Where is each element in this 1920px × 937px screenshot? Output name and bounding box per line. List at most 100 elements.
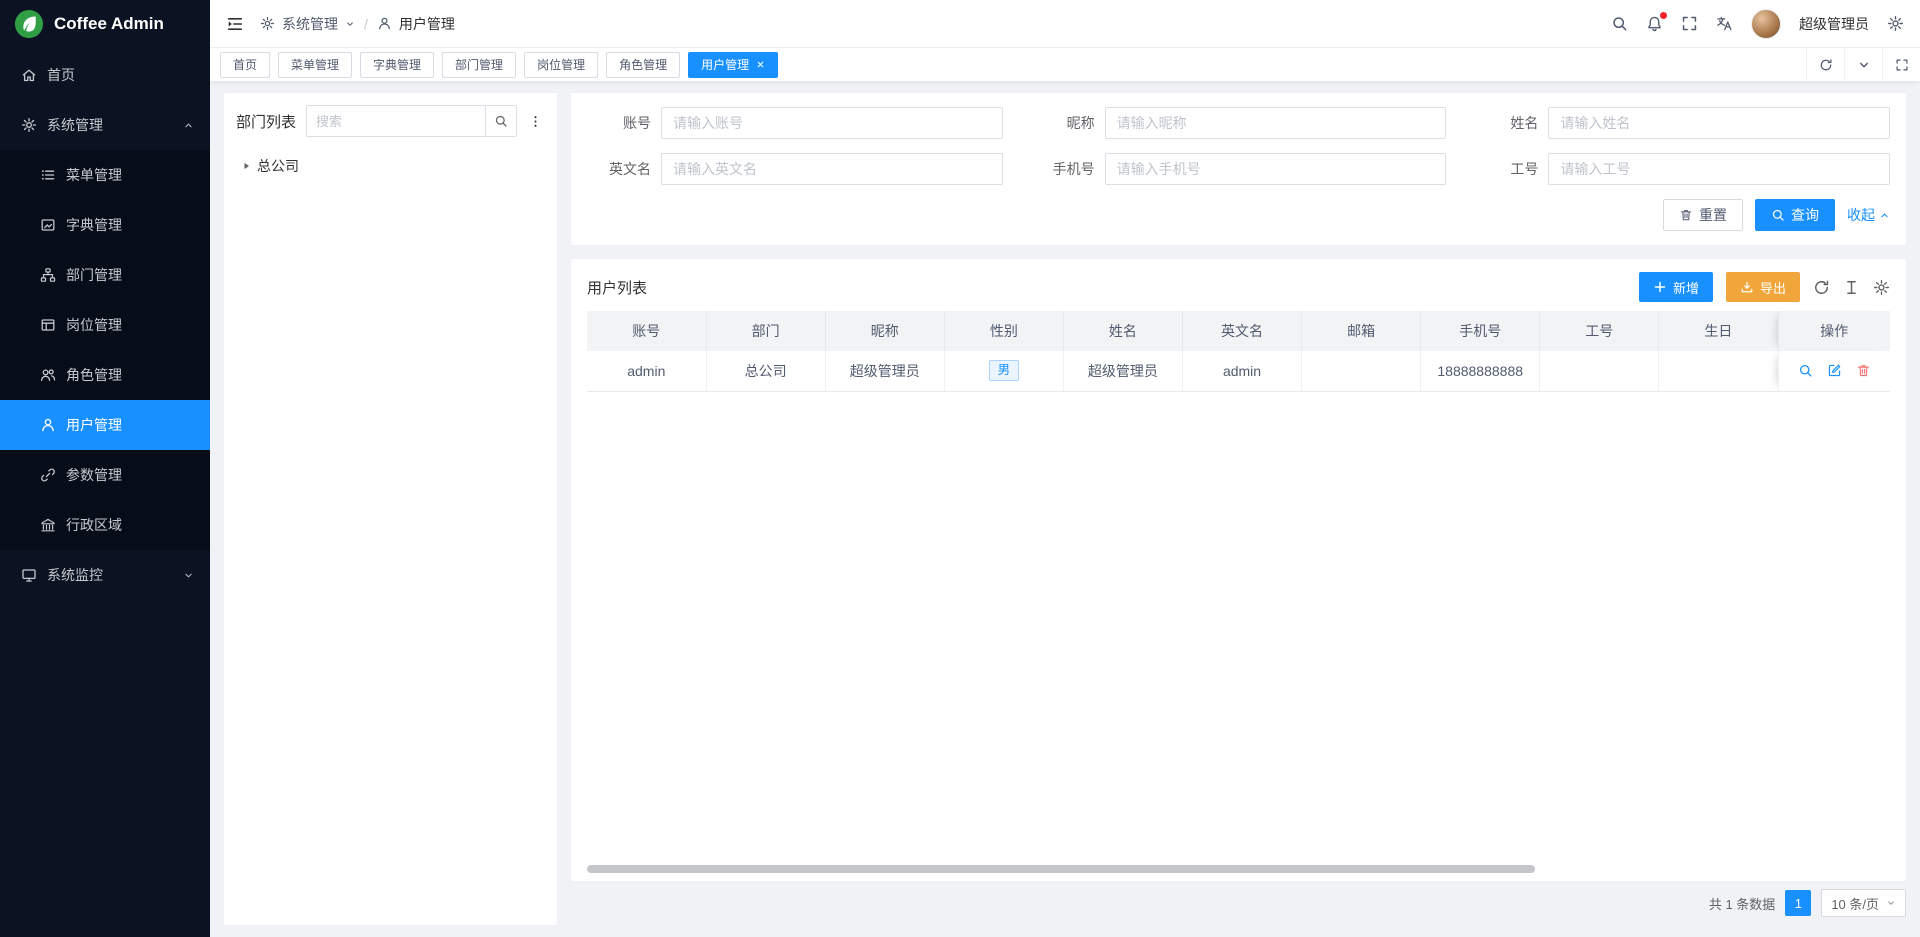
page-1-button[interactable]: 1	[1785, 890, 1811, 916]
link-icon	[40, 467, 56, 483]
tab-menu-management[interactable]: 菜单管理	[278, 52, 352, 78]
column-header: 昵称	[825, 311, 944, 351]
tab-home[interactable]: 首页	[220, 52, 270, 78]
tree-node-head-office[interactable]: 总公司	[236, 151, 545, 181]
table-header-row: 账号 部门 昵称 性别 姓名 英文名 邮箱 手机号 工号 生日 操作	[587, 311, 1890, 351]
sidebar-item-label: 首页	[47, 65, 75, 85]
column-header: 姓名	[1063, 311, 1182, 351]
department-more-icon[interactable]	[525, 114, 545, 129]
cell-dept: 总公司	[706, 351, 825, 391]
fullscreen-icon[interactable]	[1681, 15, 1698, 32]
tab-close-icon[interactable]	[756, 60, 765, 69]
sidebar-item-region-management[interactable]: 行政区域	[0, 500, 210, 550]
tab-role-management[interactable]: 角色管理	[606, 52, 680, 78]
table-density-icon[interactable]	[1843, 279, 1860, 296]
sidebar-item-label: 角色管理	[66, 365, 122, 385]
filter-label-nickname: 昵称	[1031, 113, 1095, 133]
page-size-select[interactable]: 10 条/页	[1821, 889, 1906, 917]
horizontal-scrollbar[interactable]	[587, 865, 1535, 873]
job-no-input[interactable]	[1548, 153, 1890, 185]
breadcrumb-item[interactable]: 系统管理	[282, 14, 338, 34]
sidebar-item-dept-management[interactable]: 部门管理	[0, 250, 210, 300]
plus-icon	[1653, 280, 1667, 294]
user-list-title: 用户列表	[587, 277, 647, 298]
query-button[interactable]: 查询	[1755, 199, 1835, 231]
sidebar-item-dict-management[interactable]: 字典管理	[0, 200, 210, 250]
department-search-input[interactable]	[306, 105, 485, 137]
tab-post-management[interactable]: 岗位管理	[524, 52, 598, 78]
tree-expand-caret-icon[interactable]	[240, 160, 252, 172]
nickname-input[interactable]	[1105, 107, 1447, 139]
user-avatar[interactable]	[1751, 9, 1781, 39]
sidebar-item-param-management[interactable]: 参数管理	[0, 450, 210, 500]
sidebar-item-monitor[interactable]: 系统监控	[0, 550, 210, 600]
sidebar-item-label: 行政区域	[66, 515, 122, 535]
filter-label-account: 账号	[587, 113, 651, 133]
sidebar-item-post-management[interactable]: 岗位管理	[0, 300, 210, 350]
department-search-group	[306, 105, 517, 137]
table-settings-gear-icon[interactable]	[1873, 279, 1890, 296]
cell-name: 超级管理员	[1063, 351, 1182, 391]
column-header: 生日	[1659, 311, 1778, 351]
add-user-button[interactable]: 新增	[1639, 272, 1713, 302]
filter-label-phone: 手机号	[1031, 159, 1095, 179]
pagination: 共 1 条数据 1 10 条/页	[571, 881, 1906, 925]
notification-bell-icon[interactable]	[1646, 15, 1663, 32]
search-icon	[1771, 208, 1785, 222]
user-list-card: 用户列表 新增 导出	[571, 259, 1906, 881]
breadcrumb-dropdown-icon[interactable]	[345, 19, 355, 29]
tab-dict-management[interactable]: 字典管理	[360, 52, 434, 78]
sidebar-item-label: 参数管理	[66, 465, 122, 485]
user-name[interactable]: 超级管理员	[1799, 14, 1869, 34]
app-root: Coffee Admin 首页 系统管理 菜单管理 字典管理	[0, 0, 1920, 937]
tab-actions-dropdown-icon[interactable]	[1844, 48, 1882, 81]
sidebar-item-label: 菜单管理	[66, 165, 122, 185]
sidebar-item-label: 岗位管理	[66, 315, 122, 335]
view-detail-icon[interactable]	[1798, 363, 1813, 378]
monitor-icon	[21, 567, 37, 583]
search-icon[interactable]	[1611, 15, 1628, 32]
content-fullscreen-icon[interactable]	[1882, 48, 1920, 81]
collapse-filters-link[interactable]: 收起	[1847, 205, 1890, 225]
app-logo[interactable]: Coffee Admin	[0, 0, 210, 48]
sidebar-item-user-management[interactable]: 用户管理	[0, 400, 210, 450]
sidebar-item-label: 部门管理	[66, 265, 122, 285]
filter-label-job-no: 工号	[1474, 159, 1538, 179]
tabs: 首页 菜单管理 字典管理 部门管理 岗位管理 角色管理 用户管理	[220, 52, 1806, 78]
filter-label-en-name: 英文名	[587, 159, 651, 179]
sidebar-submenu-system: 菜单管理 字典管理 部门管理 岗位管理 角色管理	[0, 150, 210, 550]
breadcrumb-current: 用户管理	[399, 14, 455, 34]
window-icon	[40, 317, 56, 333]
settings-gear-icon[interactable]	[1887, 15, 1904, 32]
reset-button[interactable]: 重置	[1663, 199, 1743, 231]
sidebar-fold-icon[interactable]	[226, 15, 244, 33]
name-input[interactable]	[1548, 107, 1890, 139]
sidebar-item-menu-management[interactable]: 菜单管理	[0, 150, 210, 200]
breadcrumb-separator: /	[364, 16, 368, 32]
tab-user-management[interactable]: 用户管理	[688, 52, 778, 78]
delete-icon[interactable]	[1856, 363, 1871, 378]
gender-tag: 男	[989, 360, 1020, 381]
tab-dept-management[interactable]: 部门管理	[442, 52, 516, 78]
export-button[interactable]: 导出	[1726, 272, 1800, 302]
table-refresh-icon[interactable]	[1813, 279, 1830, 296]
chevron-down-icon	[1886, 898, 1896, 908]
main-region: 系统管理 / 用户管理 超级管理员 首页 菜单管	[210, 0, 1920, 937]
tab-refresh-icon[interactable]	[1806, 48, 1844, 81]
translate-icon[interactable]	[1716, 15, 1733, 32]
chevron-down-icon	[183, 570, 194, 581]
sidebar-item-label: 字典管理	[66, 215, 122, 235]
phone-input[interactable]	[1105, 153, 1447, 185]
department-panel: 部门列表 总公司	[224, 93, 557, 925]
edit-icon[interactable]	[1827, 363, 1842, 378]
account-input[interactable]	[661, 107, 1003, 139]
search-icon	[494, 114, 508, 128]
sidebar-item-home[interactable]: 首页	[0, 50, 210, 100]
sidebar-item-system[interactable]: 系统管理	[0, 100, 210, 150]
logo-leaf-icon	[14, 9, 44, 39]
department-search-button[interactable]	[485, 105, 517, 137]
en-name-input[interactable]	[661, 153, 1003, 185]
bank-icon	[40, 517, 56, 533]
notification-badge	[1660, 12, 1667, 19]
sidebar-item-role-management[interactable]: 角色管理	[0, 350, 210, 400]
